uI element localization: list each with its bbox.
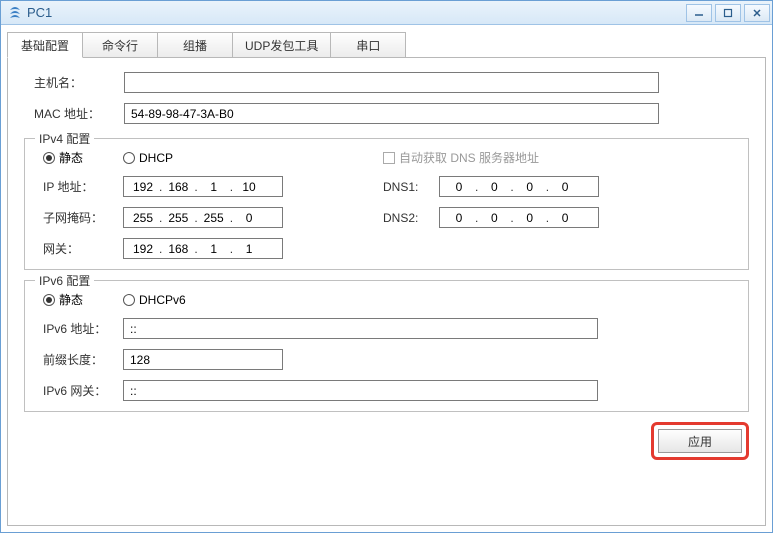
ipv6-addr-label: IPv6 地址： [43, 320, 123, 337]
mac-row: MAC 地址： [34, 103, 749, 124]
ipv6-prefix-label: 前缀长度： [43, 351, 123, 368]
ipv4-static-label: 静态 [59, 149, 83, 166]
mask-label: 子网掩码： [43, 209, 123, 226]
hostname-input[interactable] [124, 72, 659, 93]
ipv4-dhcp-label: DHCP [139, 151, 173, 165]
minimize-button[interactable] [686, 4, 712, 22]
mac-input[interactable] [124, 103, 659, 124]
dns2-oct2[interactable] [479, 210, 509, 226]
ipv4-fieldset: IPv4 配置 静态 DHCP 自动获取 D [24, 138, 749, 270]
ipv6-addr-input[interactable] [123, 318, 598, 339]
checkbox-icon [383, 152, 395, 164]
radio-icon [43, 294, 55, 306]
apply-button[interactable]: 应用 [658, 429, 742, 453]
ipv6-legend: IPv6 配置 [35, 272, 94, 289]
ipv6-addr-row: IPv6 地址： [43, 318, 736, 339]
dns2-oct3[interactable] [515, 210, 545, 226]
gw-oct4[interactable] [234, 241, 264, 257]
mask-row: 子网掩码： . . . [43, 207, 373, 228]
gw-oct3[interactable] [199, 241, 229, 257]
dns2-label: DNS2: [383, 211, 439, 225]
button-row: 应用 [24, 422, 749, 460]
dns1-oct4[interactable] [550, 179, 580, 195]
window-buttons [686, 4, 770, 22]
auto-dns-label: 自动获取 DNS 服务器地址 [399, 149, 539, 166]
ipv6-fieldset: IPv6 配置 静态 DHCPv6 IPv6 地址： 前缀长 [24, 280, 749, 412]
ipv6-prefix-row: 前缀长度： [43, 349, 736, 370]
ipv6-prefix-input[interactable] [123, 349, 283, 370]
ip-label: IP 地址： [43, 178, 123, 195]
ipv6-dhcp-radio[interactable]: DHCPv6 [123, 293, 186, 307]
radio-icon [123, 152, 135, 164]
dns1-oct2[interactable] [479, 179, 509, 195]
hostname-label: 主机名： [34, 74, 124, 91]
ip-oct3[interactable] [199, 179, 229, 195]
dns2-row: DNS2: . . . [383, 207, 736, 228]
gateway-label: 网关： [43, 240, 123, 257]
mask-oct1[interactable] [128, 210, 158, 226]
radio-icon [43, 152, 55, 164]
ipv6-static-label: 静态 [59, 291, 83, 308]
tab-basic[interactable]: 基础配置 [7, 32, 83, 58]
ip-input[interactable]: . . . [123, 176, 283, 197]
tab-serial[interactable]: 串口 [330, 32, 406, 58]
window: PC1 基础配置 命令行 组播 UDP发包工具 串口 主机名： MAC 地址： [0, 0, 773, 533]
tab-udp[interactable]: UDP发包工具 [232, 32, 331, 58]
mac-label: MAC 地址： [34, 105, 124, 122]
window-title: PC1 [27, 5, 686, 20]
close-button[interactable] [744, 4, 770, 22]
apply-highlight: 应用 [651, 422, 749, 460]
ip-row: IP 地址： . . . [43, 176, 373, 197]
tab-cli[interactable]: 命令行 [82, 32, 158, 58]
dns1-oct3[interactable] [515, 179, 545, 195]
dns1-input[interactable]: . . . [439, 176, 599, 197]
tab-bar: 基础配置 命令行 组播 UDP发包工具 串口 [7, 31, 766, 57]
gateway-input[interactable]: . . . [123, 238, 283, 259]
client-area: 基础配置 命令行 组播 UDP发包工具 串口 主机名： MAC 地址： IPv4… [1, 25, 772, 532]
ipv6-gateway-label: IPv6 网关： [43, 382, 123, 399]
mask-oct4[interactable] [234, 210, 264, 226]
mask-oct2[interactable] [163, 210, 193, 226]
app-icon [7, 5, 23, 21]
hostname-row: 主机名： [34, 72, 749, 93]
radio-icon [123, 294, 135, 306]
tab-multicast[interactable]: 组播 [157, 32, 233, 58]
tab-panel-basic: 主机名： MAC 地址： IPv4 配置 静态 [7, 57, 766, 526]
ipv6-radio-row: 静态 DHCPv6 [43, 291, 736, 308]
ip-oct4[interactable] [234, 179, 264, 195]
ip-oct1[interactable] [128, 179, 158, 195]
dns1-label: DNS1: [383, 180, 439, 194]
mask-oct3[interactable] [199, 210, 229, 226]
mask-input[interactable]: . . . [123, 207, 283, 228]
gateway-row: 网关： . . . [43, 238, 373, 259]
ipv4-legend: IPv4 配置 [35, 130, 94, 147]
ipv6-static-radio[interactable]: 静态 [43, 291, 83, 308]
titlebar: PC1 [1, 1, 772, 25]
dns1-row: DNS1: . . . [383, 176, 736, 197]
gw-oct2[interactable] [163, 241, 193, 257]
dns2-oct4[interactable] [550, 210, 580, 226]
ipv4-radio-row: 静态 DHCP 自动获取 DNS 服务器地址 [43, 149, 736, 166]
maximize-button[interactable] [715, 4, 741, 22]
dns2-oct1[interactable] [444, 210, 474, 226]
ipv6-gateway-input[interactable] [123, 380, 598, 401]
dns1-oct1[interactable] [444, 179, 474, 195]
auto-dns-checkbox[interactable]: 自动获取 DNS 服务器地址 [383, 149, 736, 166]
gw-oct1[interactable] [128, 241, 158, 257]
dns2-input[interactable]: . . . [439, 207, 599, 228]
ipv6-gateway-row: IPv6 网关： [43, 380, 736, 401]
ipv4-static-radio[interactable]: 静态 [43, 149, 83, 166]
ip-oct2[interactable] [163, 179, 193, 195]
ipv6-dhcp-label: DHCPv6 [139, 293, 186, 307]
ipv4-dhcp-radio[interactable]: DHCP [123, 151, 173, 165]
